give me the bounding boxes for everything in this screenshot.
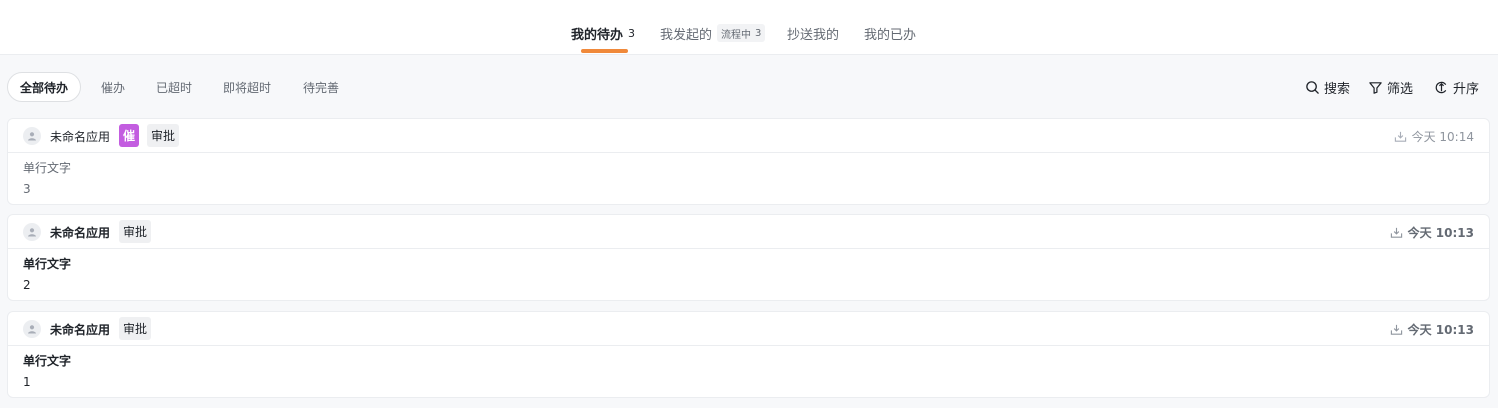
top-tab-bar: 我的待办 3 我发起的 流程中 3 抄送我的 我的已办 bbox=[0, 0, 1498, 55]
timestamp: 今天 10:14 bbox=[1394, 128, 1474, 145]
approval-tag: 审批 bbox=[119, 317, 152, 340]
todo-card[interactable]: 未命名应用 审批 今天 10:13 单行文字 2 bbox=[7, 214, 1490, 301]
badge-count: 3 bbox=[755, 27, 762, 39]
timestamp-text: 今天 10:13 bbox=[1407, 323, 1474, 337]
timestamp: 今天 10:13 bbox=[1390, 224, 1474, 241]
app-name: 未命名应用 bbox=[50, 323, 111, 337]
filter-label: 筛选 bbox=[1387, 81, 1414, 97]
approval-tag: 审批 bbox=[147, 124, 180, 147]
sort-button[interactable]: 升序 bbox=[1434, 78, 1480, 97]
badge-label: 流程中 bbox=[721, 29, 752, 41]
filter-overdue[interactable]: 已超时 bbox=[148, 72, 200, 102]
filter-to-complete[interactable]: 待完善 bbox=[294, 72, 348, 102]
inbox-download-icon bbox=[1390, 324, 1402, 335]
approval-tag: 审批 bbox=[119, 220, 152, 243]
filter-button[interactable]: 筛选 bbox=[1368, 78, 1414, 97]
inbox-download-icon bbox=[1394, 131, 1406, 142]
filter-due-soon[interactable]: 即将超时 bbox=[214, 72, 280, 102]
field-value: 2 bbox=[23, 278, 31, 292]
avatar bbox=[23, 320, 41, 338]
avatar bbox=[23, 223, 41, 241]
search-button[interactable]: 搜索 bbox=[1305, 78, 1351, 97]
tab-label: 我发起的 bbox=[660, 27, 713, 43]
avatar bbox=[23, 127, 41, 145]
todo-card[interactable]: 未命名应用 催 审批 今天 10:14 单行文字 3 bbox=[7, 118, 1490, 205]
field-label: 单行文字 bbox=[23, 257, 72, 271]
tab-label: 抄送我的 bbox=[787, 27, 840, 43]
todo-card[interactable]: 未命名应用 审批 今天 10:13 单行文字 1 bbox=[7, 311, 1490, 398]
filter-all-todo[interactable]: 全部待办 bbox=[7, 72, 81, 102]
inbox-download-icon bbox=[1390, 227, 1402, 238]
app-name: 未命名应用 bbox=[50, 226, 111, 240]
tab-initiated-by-me[interactable]: 我发起的 流程中 3 bbox=[660, 23, 766, 43]
filter-urged[interactable]: 催办 bbox=[92, 72, 134, 102]
timestamp: 今天 10:13 bbox=[1390, 321, 1474, 338]
timestamp-text: 今天 10:13 bbox=[1407, 226, 1474, 240]
urge-badge: 催 bbox=[119, 124, 139, 147]
user-icon bbox=[28, 228, 36, 237]
sort-label: 升序 bbox=[1453, 81, 1480, 97]
in-progress-badge: 流程中 3 bbox=[717, 24, 766, 42]
user-icon bbox=[28, 325, 36, 334]
search-label: 搜索 bbox=[1324, 81, 1351, 97]
field-label: 单行文字 bbox=[23, 354, 72, 368]
funnel-icon bbox=[1369, 81, 1382, 94]
tab-my-done[interactable]: 我的已办 bbox=[864, 23, 916, 43]
card-header: 未命名应用 审批 今天 10:13 bbox=[8, 215, 1489, 249]
search-icon bbox=[1306, 80, 1319, 94]
sort-icon bbox=[1435, 81, 1447, 93]
timestamp-text: 今天 10:14 bbox=[1411, 130, 1474, 144]
field-value: 3 bbox=[23, 182, 31, 196]
tab-label: 我的待办 bbox=[571, 27, 624, 43]
tab-my-todo[interactable]: 我的待办 3 bbox=[571, 23, 635, 43]
app-name: 未命名应用 bbox=[50, 130, 111, 144]
user-icon bbox=[28, 132, 36, 141]
tab-cc-to-me[interactable]: 抄送我的 bbox=[787, 23, 839, 43]
card-header: 未命名应用 催 审批 今天 10:14 bbox=[8, 119, 1489, 153]
card-header: 未命名应用 审批 今天 10:13 bbox=[8, 312, 1489, 346]
field-value: 1 bbox=[23, 375, 31, 389]
active-tab-indicator bbox=[581, 49, 628, 53]
field-label: 单行文字 bbox=[23, 161, 72, 175]
todo-count-badge: 3 bbox=[628, 26, 636, 40]
tab-label: 我的已办 bbox=[864, 27, 917, 43]
